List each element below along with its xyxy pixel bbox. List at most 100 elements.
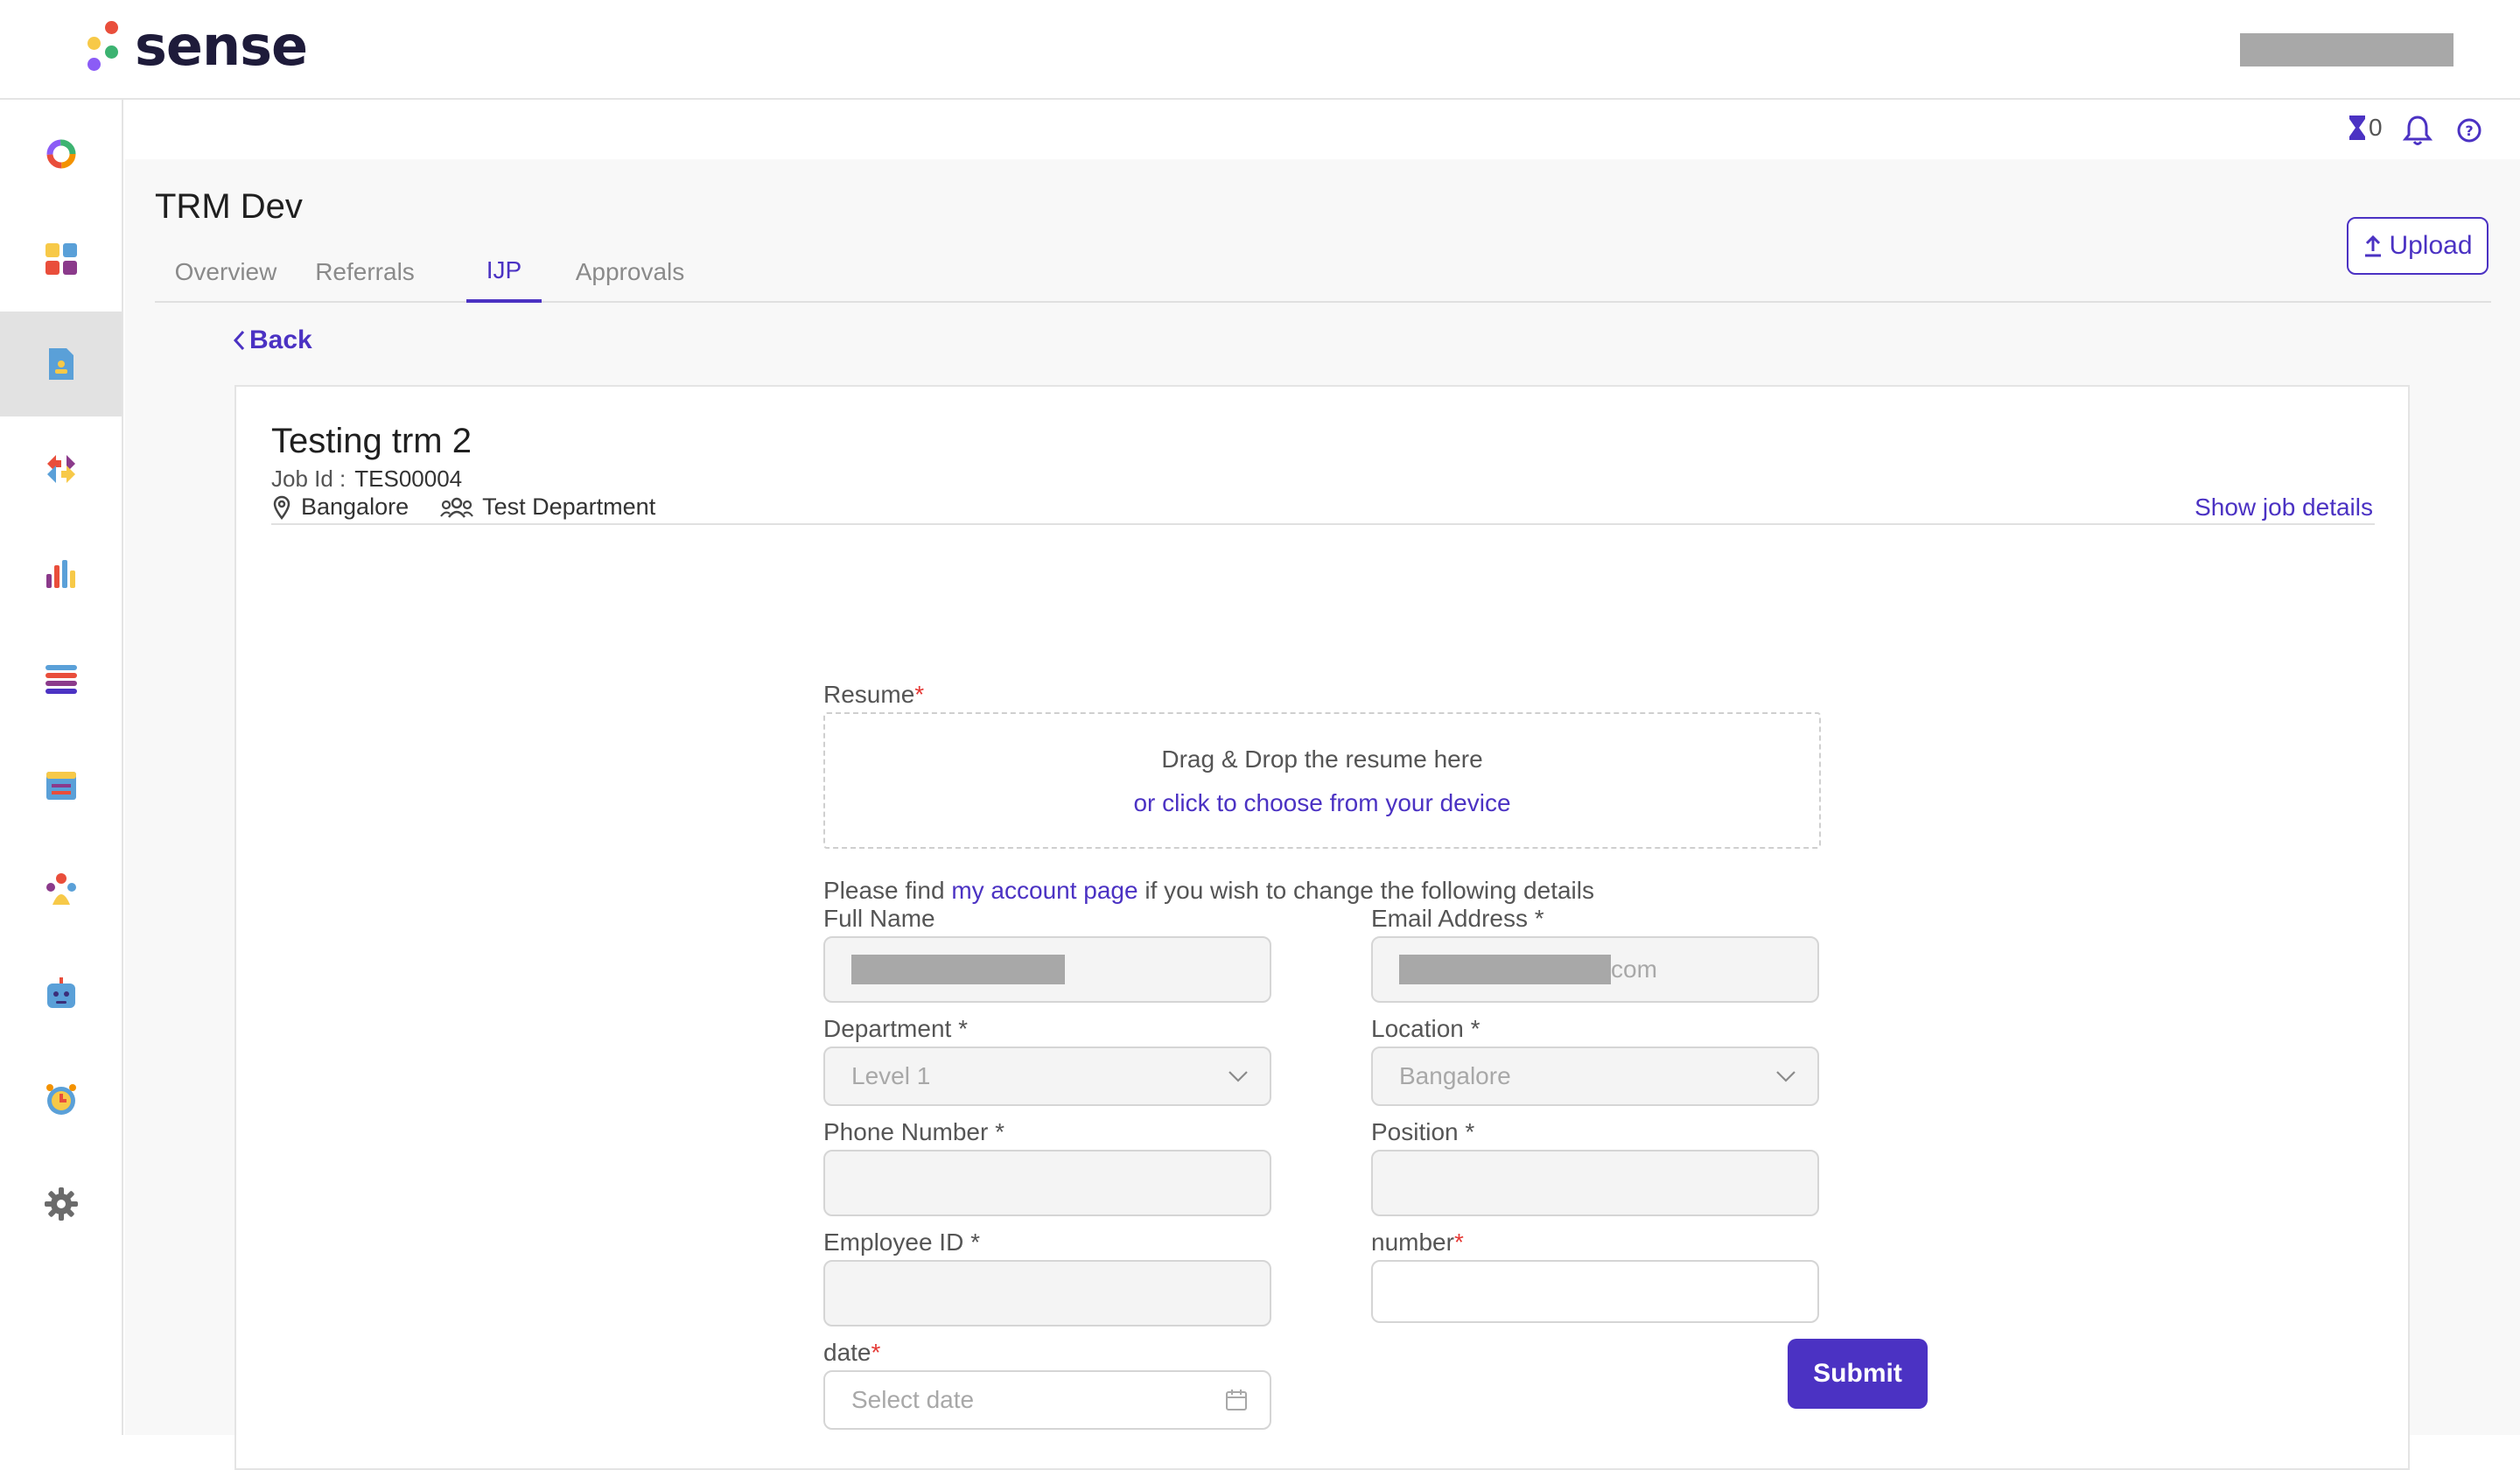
sidebar-item-lists[interactable] xyxy=(0,626,122,732)
user-menu-redacted[interactable] xyxy=(2240,33,2454,66)
sidebar-item-analytics[interactable] xyxy=(0,522,122,626)
phone-field[interactable] xyxy=(823,1150,1271,1216)
location-label: Location * xyxy=(1371,1015,1480,1042)
sidebar-item-calendar[interactable] xyxy=(0,732,122,836)
full-name-redacted xyxy=(851,955,1065,984)
location-value: Bangalore xyxy=(1399,1062,1511,1089)
email-redacted xyxy=(1399,955,1611,984)
bell-icon xyxy=(2402,116,2433,145)
bar-chart-icon xyxy=(46,560,75,588)
calendar-icon xyxy=(46,772,76,800)
referral-document-icon xyxy=(48,348,74,380)
home-ring-icon xyxy=(46,139,75,169)
department-select[interactable]: Level 1 xyxy=(823,1046,1271,1106)
tab-approvals[interactable]: Approvals xyxy=(566,242,694,303)
location-pin-icon xyxy=(273,495,290,520)
employee-id-label: Employee ID * xyxy=(823,1228,980,1256)
sidebar-nav xyxy=(0,100,123,1435)
back-label: Back xyxy=(249,326,312,354)
job-location: Bangalore xyxy=(301,494,410,520)
email-field[interactable]: com xyxy=(1371,936,1819,1003)
number-input[interactable] xyxy=(1371,1260,1819,1323)
credits-indicator[interactable]: 0 xyxy=(2348,114,2383,142)
tab-bar: Overview Referrals IJP Approvals xyxy=(155,242,2491,303)
full-name-label: Full Name xyxy=(823,905,935,932)
department-people-icon xyxy=(440,497,474,518)
credits-count: 0 xyxy=(2369,114,2383,141)
date-placeholder: Select date xyxy=(851,1386,975,1413)
alarm-clock-icon xyxy=(46,1084,76,1115)
upload-label: Upload xyxy=(2389,231,2473,260)
sidebar-item-timer[interactable] xyxy=(0,1046,122,1152)
note-prefix: Please find xyxy=(823,877,952,904)
brand-name: sense xyxy=(135,14,308,78)
department-label: Department * xyxy=(823,1015,968,1042)
job-department: Test Department xyxy=(482,494,656,520)
submit-button[interactable]: Submit xyxy=(1788,1339,1928,1409)
list-icon xyxy=(45,665,77,694)
date-label-text: date xyxy=(823,1339,872,1366)
logo-dots-icon xyxy=(82,18,122,75)
sense-logo[interactable]: sense xyxy=(82,14,308,78)
sidebar-item-dashboard[interactable] xyxy=(0,206,122,312)
location-select[interactable]: Bangalore xyxy=(1371,1046,1819,1106)
help-button[interactable]: ? xyxy=(2456,117,2482,144)
job-id: Job Id : TES00004 xyxy=(271,466,462,493)
dashboard-grid-icon xyxy=(45,243,77,275)
back-link[interactable]: Back xyxy=(232,326,312,355)
tab-overview[interactable]: Overview xyxy=(155,242,297,303)
resume-label: Resume* xyxy=(823,681,924,709)
job-id-label: Job Id : xyxy=(271,466,346,492)
help-question-icon: ? xyxy=(2457,118,2482,143)
date-picker[interactable]: Select date xyxy=(823,1370,1271,1430)
full-name-field[interactable] xyxy=(823,936,1271,1003)
card-divider xyxy=(271,523,2375,525)
sidebar-item-chatbot[interactable] xyxy=(0,942,122,1046)
dropzone-instruction: Drag & Drop the resume here xyxy=(1161,746,1483,773)
date-label: date* xyxy=(823,1339,880,1367)
number-label-text: number xyxy=(1371,1228,1454,1256)
number-label: number* xyxy=(1371,1228,1464,1256)
account-page-link[interactable]: my account page xyxy=(951,877,1138,904)
upload-button[interactable]: Upload xyxy=(2347,217,2488,275)
note-suffix: if you wish to change the following deta… xyxy=(1138,877,1594,904)
show-job-details-link[interactable]: Show job details xyxy=(2194,494,2373,522)
sidebar-item-home[interactable] xyxy=(0,102,122,206)
top-bar: sense xyxy=(0,0,2520,100)
svg-text:?: ? xyxy=(2465,122,2473,139)
chatbot-icon xyxy=(46,977,75,1008)
main-content: 0 ? TRM Dev Overview Referrals IJP Appro… xyxy=(125,102,2520,1470)
sidebar-item-team[interactable] xyxy=(0,836,122,942)
account-note: Please find my account page if you wish … xyxy=(823,877,1594,905)
resume-label-text: Resume xyxy=(823,681,915,708)
dropzone-choose-link[interactable]: or click to choose from your device xyxy=(825,789,1819,817)
email-visible-suffix: com xyxy=(1611,956,1657,983)
hourglass-icon xyxy=(2349,116,2365,140)
notifications-button[interactable] xyxy=(2402,114,2433,147)
chevron-down-icon xyxy=(1228,1071,1248,1082)
required-marker: * xyxy=(914,681,925,708)
team-icon xyxy=(46,873,76,905)
tab-ijp[interactable]: IJP xyxy=(466,242,542,303)
sidebar-item-transfers[interactable] xyxy=(0,416,122,522)
page-title: TRM Dev xyxy=(155,187,303,226)
position-label: Position * xyxy=(1371,1118,1475,1145)
email-label: Email Address * xyxy=(1371,905,1544,932)
job-title: Testing trm 2 xyxy=(271,422,472,460)
gear-icon xyxy=(44,1187,78,1221)
required-marker: * xyxy=(871,1339,881,1366)
employee-id-field[interactable] xyxy=(823,1260,1271,1326)
sidebar-item-referrals[interactable] xyxy=(0,312,122,416)
department-value: Level 1 xyxy=(851,1062,931,1089)
required-marker: * xyxy=(1453,1228,1464,1256)
job-id-value: TES00004 xyxy=(354,466,463,492)
application-card: Testing trm 2 Job Id : TES00004 Bangalore… xyxy=(234,385,2410,1470)
utility-bar: 0 ? xyxy=(125,102,2520,159)
sidebar-item-settings[interactable] xyxy=(0,1152,122,1256)
tab-referrals[interactable]: Referrals xyxy=(307,242,423,303)
position-field[interactable] xyxy=(1371,1150,1819,1216)
upload-arrow-icon xyxy=(2365,234,2382,257)
calendar-small-icon xyxy=(1226,1390,1247,1410)
arrows-exchange-icon xyxy=(46,455,75,483)
resume-dropzone[interactable]: Drag & Drop the resume here or click to … xyxy=(823,712,1821,849)
